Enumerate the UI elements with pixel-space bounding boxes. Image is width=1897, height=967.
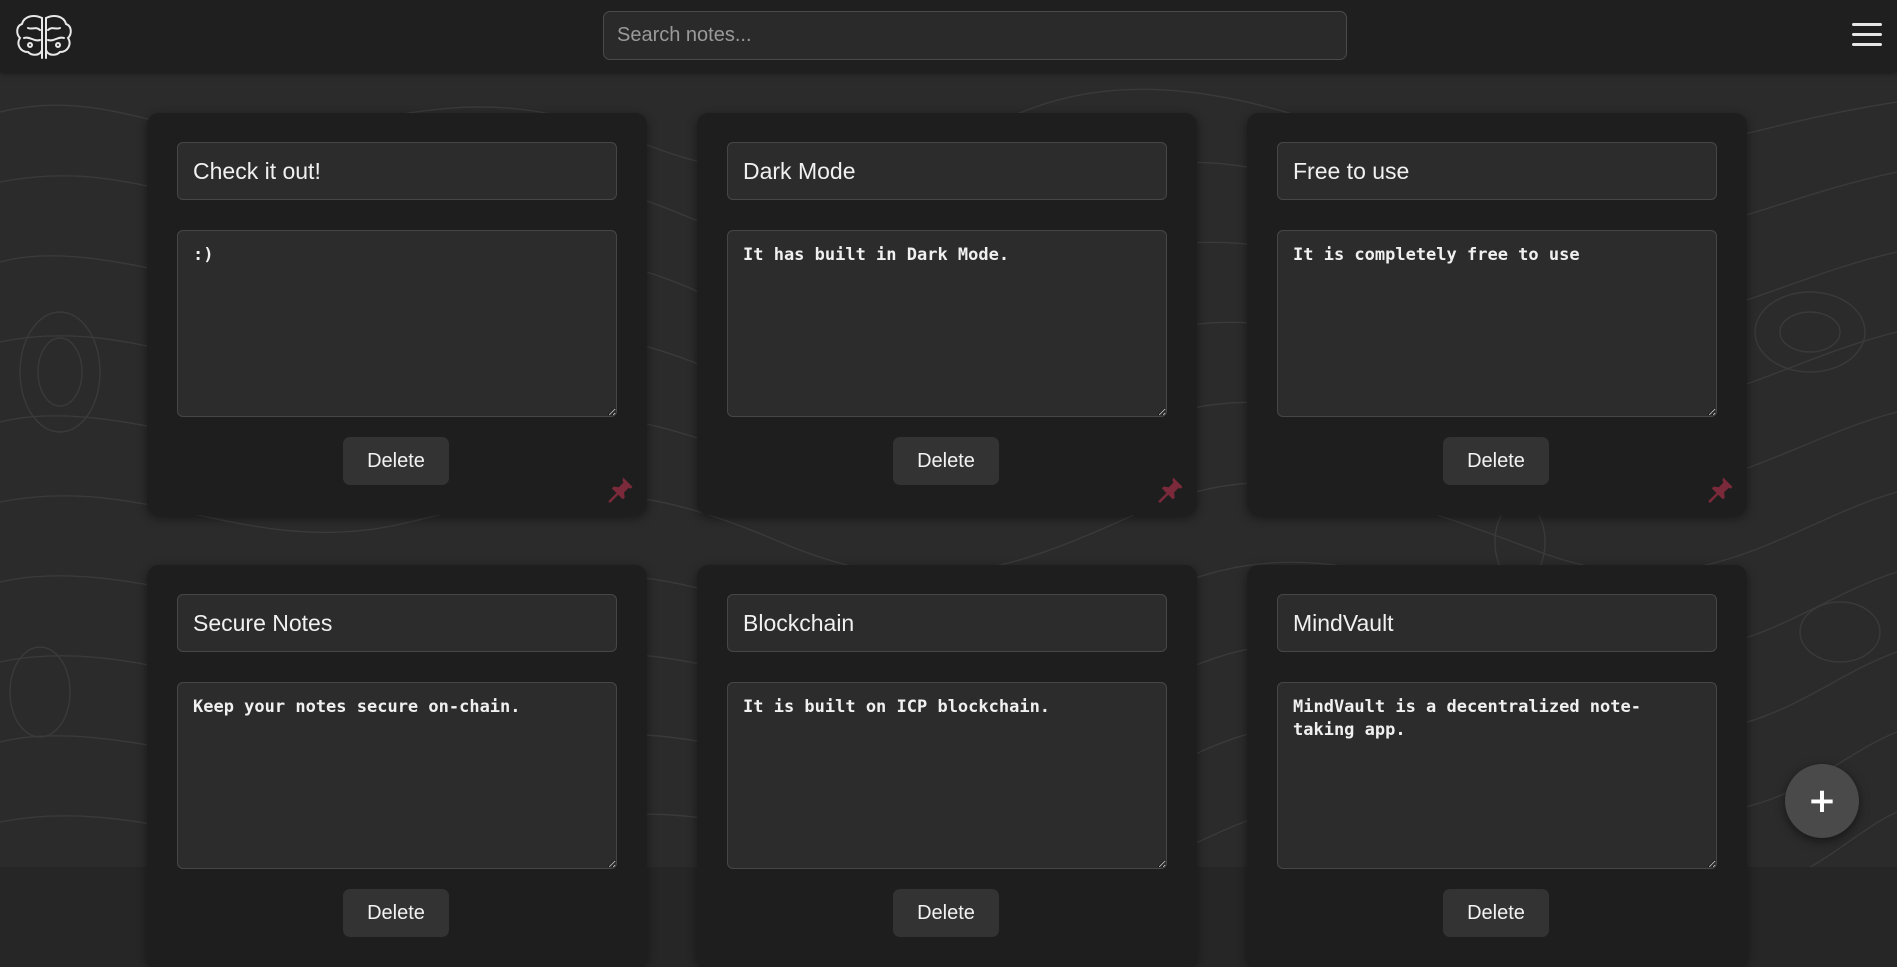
app-header (0, 0, 1897, 72)
note-title-input[interactable] (1277, 142, 1717, 200)
note-card: Keep your notes secure on-chain. Delete (147, 565, 647, 967)
note-card: It is built on ICP blockchain. Delete (697, 565, 1197, 967)
note-title-input[interactable] (1277, 594, 1717, 652)
delete-button[interactable]: Delete (1443, 437, 1549, 485)
note-title-input[interactable] (177, 142, 617, 200)
note-card: :) Delete (147, 113, 647, 515)
add-note-button[interactable]: + (1785, 764, 1859, 838)
note-title-input[interactable] (177, 594, 617, 652)
note-content-textarea[interactable]: It is completely free to use (1277, 230, 1717, 417)
hamburger-menu-icon[interactable] (1850, 18, 1884, 54)
search-input[interactable] (603, 11, 1347, 60)
pin-icon[interactable] (1155, 475, 1185, 505)
plus-icon: + (1807, 781, 1837, 821)
note-content-textarea[interactable]: Keep your notes secure on-chain. (177, 682, 617, 869)
note-content-textarea[interactable]: It has built in Dark Mode. (727, 230, 1167, 417)
delete-button[interactable]: Delete (893, 889, 999, 937)
note-content-textarea[interactable]: :) (177, 230, 617, 417)
pin-icon[interactable] (1705, 475, 1735, 505)
note-title-input[interactable] (727, 142, 1167, 200)
menu-line (1852, 33, 1882, 36)
delete-button[interactable]: Delete (893, 437, 999, 485)
note-content-textarea[interactable]: MindVault is a decentralized note-taking… (1277, 682, 1717, 869)
menu-line (1852, 23, 1882, 26)
note-title-input[interactable] (727, 594, 1167, 652)
pin-icon[interactable] (605, 475, 635, 505)
menu-line (1852, 43, 1882, 46)
brain-logo-icon[interactable] (14, 12, 74, 60)
delete-button[interactable]: Delete (343, 437, 449, 485)
note-content-textarea[interactable]: It is built on ICP blockchain. (727, 682, 1167, 869)
note-card: It has built in Dark Mode. Delete (697, 113, 1197, 515)
note-card: It is completely free to use Delete (1247, 113, 1747, 515)
delete-button[interactable]: Delete (1443, 889, 1549, 937)
delete-button[interactable]: Delete (343, 889, 449, 937)
note-card: MindVault is a decentralized note-taking… (1247, 565, 1747, 967)
